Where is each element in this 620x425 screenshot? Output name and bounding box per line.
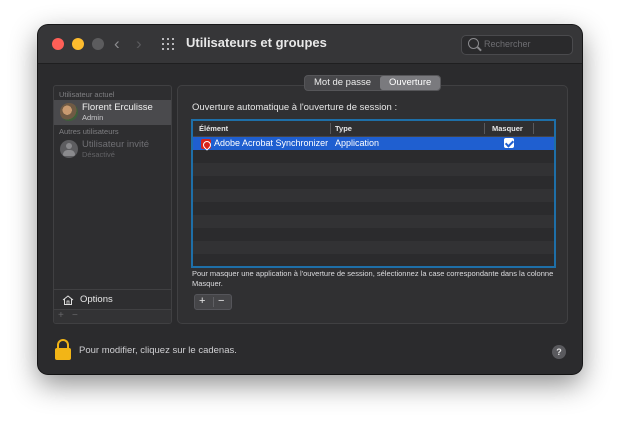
empty-row [193, 176, 554, 189]
options-button[interactable]: Options [54, 289, 171, 310]
back-chevron-icon[interactable]: ‹ [114, 34, 120, 54]
empty-row [193, 241, 554, 254]
empty-row [193, 228, 554, 241]
guest-user-name: Utilisateur invité [82, 139, 150, 150]
add-login-item-button[interactable]: + [199, 295, 205, 308]
login-items-table[interactable]: Élément Type Masquer Adobe Acrobat Synch… [191, 119, 556, 268]
lock-message: Pour modifier, cliquez sur le cadenas. [79, 345, 237, 356]
panel-heading: Ouverture automatique à l'ouverture de s… [192, 102, 398, 113]
add-remove-control: + − [194, 294, 232, 310]
add-user-button[interactable]: + [58, 310, 64, 321]
titlebar: ‹ › Utilisateurs et groupes Rechercher [38, 25, 582, 64]
pdf-icon [201, 139, 211, 149]
column-separator [484, 123, 485, 134]
column-header-hide[interactable]: Masquer [492, 124, 523, 133]
column-header-type[interactable]: Type [335, 124, 352, 133]
remove-user-button[interactable]: − [72, 310, 78, 321]
login-items-panel: Ouverture automatique à l'ouverture de s… [177, 85, 568, 324]
options-label: Options [80, 294, 113, 305]
empty-row [193, 150, 554, 163]
other-users-section-label: Autres utilisateurs [59, 127, 119, 136]
empty-row [193, 202, 554, 215]
remove-login-item-button[interactable]: − [218, 295, 224, 308]
hide-checkbox[interactable] [504, 138, 514, 148]
sidebar-item-guest-user[interactable]: Utilisateur invité Désactivé [54, 137, 171, 162]
help-icon[interactable]: ? [552, 345, 566, 359]
row-item-name: Adobe Acrobat Synchronizer [214, 138, 329, 148]
tab-bar: Mot de passe Ouverture [304, 75, 442, 91]
tab-login-items[interactable]: Ouverture [380, 76, 441, 90]
zoom-button[interactable] [92, 38, 104, 50]
current-user-role: Admin [82, 113, 104, 122]
lock-icon[interactable] [55, 339, 71, 361]
column-separator [533, 123, 534, 134]
users-sidebar: Utilisateur actuel Florent Erculisse Adm… [53, 85, 172, 324]
window-title: Utilisateurs et groupes [186, 35, 327, 50]
house-icon [62, 295, 74, 305]
table-row[interactable]: Adobe Acrobat Synchronizer Application [193, 137, 554, 150]
current-user-section-label: Utilisateur actuel [59, 90, 115, 99]
help-text: Pour masquer une application à l'ouvertu… [192, 269, 554, 288]
column-header-item[interactable]: Élément [199, 124, 228, 133]
current-user-name: Florent Erculisse [82, 102, 153, 113]
empty-row [193, 163, 554, 176]
forward-chevron-icon[interactable]: › [136, 34, 142, 54]
guest-avatar-icon [60, 140, 78, 158]
preferences-window: ‹ › Utilisateurs et groupes Rechercher U… [38, 25, 582, 374]
grid-icon[interactable] [162, 38, 174, 50]
column-separator [330, 123, 331, 134]
minimize-button[interactable] [72, 38, 84, 50]
guest-user-role: Désactivé [82, 150, 115, 159]
search-icon [468, 38, 479, 49]
segment-divider [213, 297, 214, 307]
empty-row [193, 254, 554, 266]
close-button[interactable] [52, 38, 64, 50]
tab-password[interactable]: Mot de passe [305, 76, 380, 90]
table-header: Élément Type Masquer [193, 121, 554, 137]
user-avatar-icon [60, 103, 78, 121]
search-input[interactable]: Rechercher [461, 35, 573, 55]
sidebar-add-remove-bar: + − [54, 309, 171, 323]
empty-row [193, 189, 554, 202]
sidebar-item-current-user[interactable]: Florent Erculisse Admin [54, 100, 171, 125]
lock-body [55, 348, 71, 360]
search-placeholder: Rechercher [484, 39, 531, 49]
row-item-type: Application [335, 138, 380, 148]
empty-row [193, 215, 554, 228]
